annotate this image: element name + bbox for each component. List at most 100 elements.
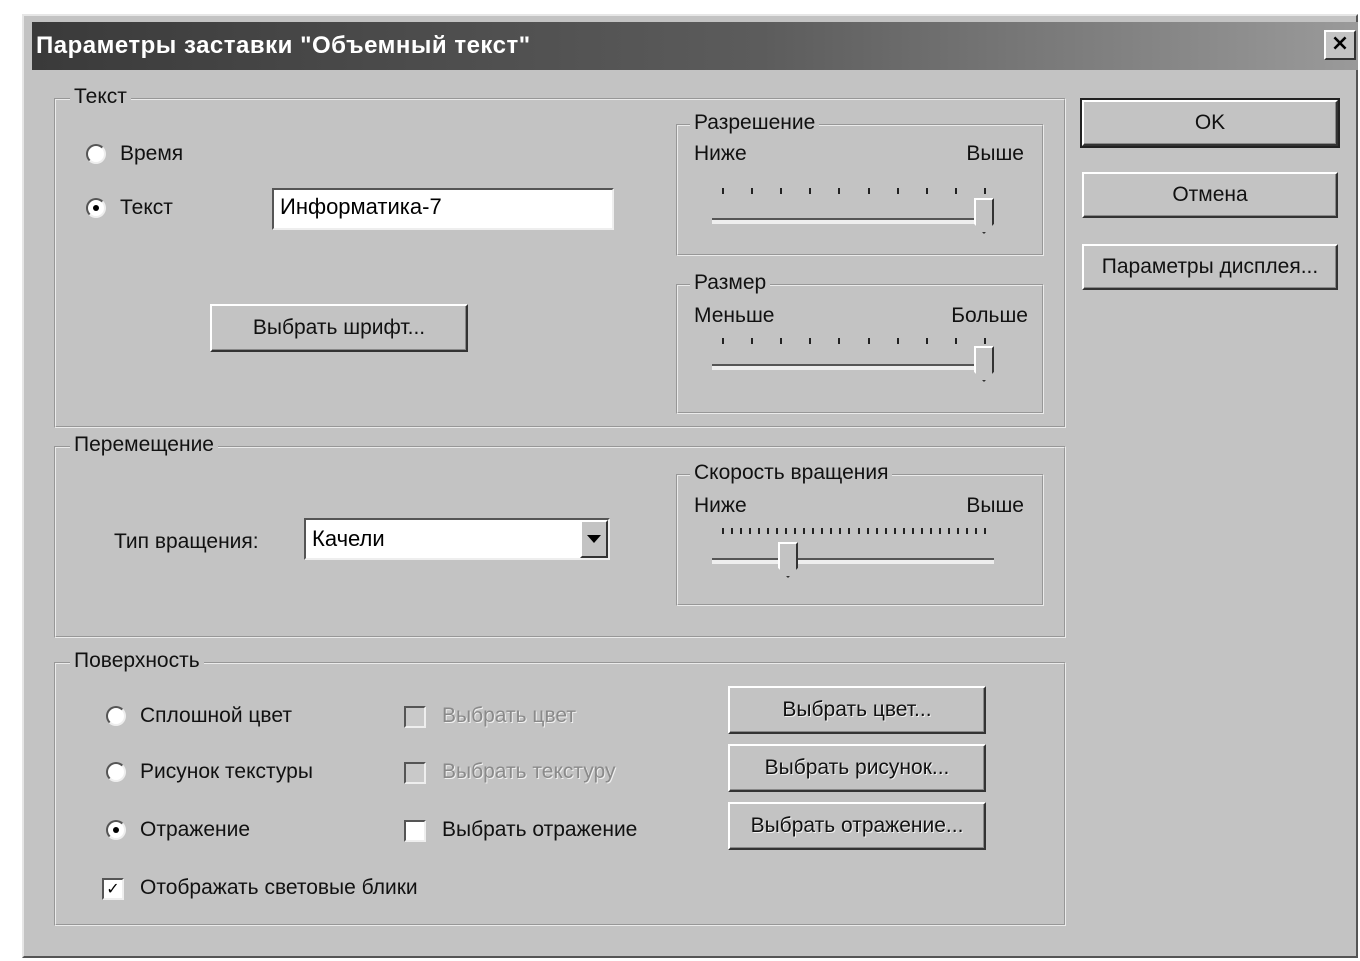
slider-tick bbox=[848, 528, 850, 534]
resolution-slider-thumb[interactable] bbox=[974, 198, 994, 234]
text-input[interactable]: Информатика-7 bbox=[272, 188, 614, 230]
slider-tick bbox=[858, 528, 860, 534]
slider-tick bbox=[722, 188, 724, 194]
slider-tick bbox=[740, 528, 742, 534]
radio-time[interactable] bbox=[86, 144, 106, 164]
rotation-speed-low-label: Ниже bbox=[694, 494, 747, 517]
close-icon: × bbox=[1330, 31, 1350, 56]
slider-tick bbox=[758, 528, 760, 534]
radio-solid-color[interactable] bbox=[106, 706, 126, 726]
slider-tick bbox=[722, 528, 724, 534]
resolution-low-label: Ниже bbox=[694, 142, 747, 165]
slider-tick bbox=[809, 188, 811, 194]
size-track bbox=[712, 364, 994, 370]
choose-texture-checkbox[interactable] bbox=[404, 762, 426, 784]
close-button[interactable]: × bbox=[1324, 30, 1356, 60]
slider-tick bbox=[926, 188, 928, 194]
motion-group: Перемещение Тип вращения: Качели Скорост… bbox=[54, 433, 1066, 638]
rotation-speed-slider-thumb[interactable] bbox=[778, 542, 798, 578]
title-bar: Параметры заставки "Объемный текст" × bbox=[32, 22, 1358, 70]
rotation-speed-track bbox=[712, 558, 994, 564]
radio-texture-label[interactable]: Рисунок текстуры bbox=[140, 760, 313, 784]
size-slider-thumb[interactable] bbox=[974, 346, 994, 382]
slider-tick bbox=[955, 188, 957, 194]
slider-tick bbox=[830, 528, 832, 534]
resolution-track bbox=[712, 218, 994, 224]
slider-tick bbox=[838, 338, 840, 344]
slider-tick bbox=[984, 188, 986, 194]
slider-tick bbox=[903, 528, 905, 534]
ok-button[interactable]: OK bbox=[1080, 98, 1340, 148]
choose-reflection-checkbox[interactable] bbox=[404, 820, 426, 842]
radio-texture[interactable] bbox=[106, 762, 126, 782]
slider-tick bbox=[897, 188, 899, 194]
slider-tick bbox=[948, 528, 950, 534]
slider-tick bbox=[868, 338, 870, 344]
rotation-speed-ticks bbox=[722, 528, 986, 536]
slider-tick bbox=[975, 528, 977, 534]
radio-reflection[interactable] bbox=[106, 820, 126, 840]
radio-solid-color-label[interactable]: Сплошной цвет bbox=[140, 704, 292, 728]
text-group: Текст Время Текст Информатика-7 Выбрать … bbox=[54, 85, 1066, 428]
slider-tick bbox=[751, 188, 753, 194]
rotation-speed-high-label: Выше bbox=[966, 494, 1024, 517]
slider-tick bbox=[803, 528, 805, 534]
slider-tick bbox=[912, 528, 914, 534]
slider-tick bbox=[839, 528, 841, 534]
slider-tick bbox=[955, 338, 957, 344]
text-group-legend: Текст bbox=[70, 85, 131, 109]
display-settings-button[interactable]: Параметры дисплея... bbox=[1082, 244, 1338, 290]
radio-text[interactable] bbox=[86, 198, 106, 218]
size-low-label: Меньше bbox=[694, 304, 775, 327]
slider-tick bbox=[885, 528, 887, 534]
slider-tick bbox=[867, 528, 869, 534]
slider-tick bbox=[897, 338, 899, 344]
surface-group: Поверхность Сплошной цвет Рисунок тексту… bbox=[54, 649, 1066, 926]
size-ticks bbox=[722, 338, 986, 346]
choose-font-button[interactable]: Выбрать шрифт... bbox=[210, 304, 468, 352]
slider-tick bbox=[794, 528, 796, 534]
chevron-down-icon[interactable] bbox=[580, 520, 608, 558]
resolution-group: Разрешение Ниже Выше bbox=[676, 111, 1044, 256]
slider-tick bbox=[731, 528, 733, 534]
radio-time-label[interactable]: Время bbox=[120, 142, 183, 166]
choose-texture-button[interactable]: Выбрать рисунок... bbox=[728, 744, 986, 792]
radio-reflection-label[interactable]: Отражение bbox=[140, 818, 250, 842]
slider-tick bbox=[767, 528, 769, 534]
slider-tick bbox=[930, 528, 932, 534]
slider-tick bbox=[722, 338, 724, 344]
slider-tick bbox=[812, 528, 814, 534]
cancel-button[interactable]: Отмена bbox=[1082, 172, 1338, 218]
choose-color-checkbox-label: Выбрать цвет bbox=[442, 704, 576, 727]
slider-tick bbox=[984, 528, 986, 534]
resolution-high-label: Выше bbox=[966, 142, 1024, 165]
slider-tick bbox=[966, 528, 968, 534]
choose-color-button[interactable]: Выбрать цвет... bbox=[728, 686, 986, 734]
slider-tick bbox=[776, 528, 778, 534]
slider-tick bbox=[809, 338, 811, 344]
resolution-legend: Разрешение bbox=[690, 111, 820, 135]
screensaver-settings-dialog: Параметры заставки "Объемный текст" × OK… bbox=[22, 14, 1358, 958]
choose-reflection-button[interactable]: Выбрать отражение... bbox=[728, 802, 986, 850]
slider-tick bbox=[838, 188, 840, 194]
choose-texture-checkbox-label: Выбрать текстуру bbox=[442, 760, 616, 783]
resolution-ticks bbox=[722, 188, 986, 196]
slider-tick bbox=[749, 528, 751, 534]
slider-tick bbox=[868, 188, 870, 194]
highlights-checkbox-label[interactable]: Отображать световые блики bbox=[140, 876, 418, 900]
slider-tick bbox=[780, 338, 782, 344]
highlights-checkbox[interactable]: ✓ bbox=[102, 878, 124, 900]
surface-legend: Поверхность bbox=[70, 649, 204, 673]
size-group: Размер Меньше Больше bbox=[676, 271, 1044, 414]
rotation-type-value: Качели bbox=[312, 526, 385, 551]
slider-tick bbox=[921, 528, 923, 534]
slider-tick bbox=[939, 528, 941, 534]
motion-legend: Перемещение bbox=[70, 433, 218, 457]
slider-tick bbox=[984, 338, 986, 344]
window-title: Параметры заставки "Объемный текст" bbox=[36, 32, 531, 59]
rotation-type-select[interactable]: Качели bbox=[304, 518, 610, 560]
radio-text-label[interactable]: Текст bbox=[120, 196, 173, 220]
choose-reflection-checkbox-label[interactable]: Выбрать отражение bbox=[442, 818, 637, 842]
slider-tick bbox=[894, 528, 896, 534]
choose-color-checkbox[interactable] bbox=[404, 706, 426, 728]
